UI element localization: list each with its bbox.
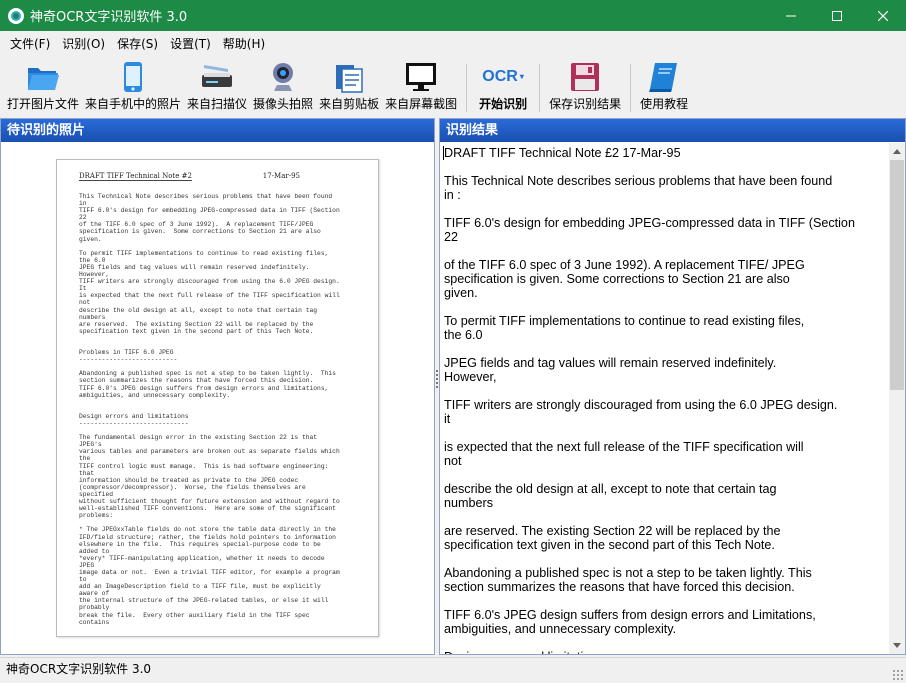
splitter-grip [436,370,438,390]
source-panel-title: 待识别的照片 [1,119,434,142]
toolbar: 打开图片文件 来自手机中的照片 来自扫描仪 摄像头拍照 来自剪贴板 来自屏幕截图… [0,58,906,116]
result-scrollbar[interactable] [889,143,905,654]
title-bar: 神奇OCR文字识别软件 3.0 [0,0,906,31]
result-panel: 识别结果 DRAFT TIFF Technical Note £2 17-Mar… [439,118,906,655]
toolbar-separator [466,64,468,112]
folder-open-icon [28,67,59,90]
result-line: given. [444,286,478,300]
webcam-label: 摄像头拍照 [253,97,314,111]
minimize-icon [786,15,796,16]
result-line: Abandoning a published spec is not a ste… [444,566,812,580]
scroll-up-button[interactable] [889,143,905,160]
result-line: specification text given in the second p… [444,538,775,552]
result-line: 22 [444,230,459,244]
webcam-icon [273,62,294,91]
menu-bar: 文件(F) 识别(O) 保存(S) 设置(T) 帮助(H) [0,31,906,58]
result-line: of the TIFF 6.0 spec of 3 June 1992). A … [444,258,805,272]
maximize-button[interactable] [814,0,860,31]
result-line: is expected that the next full release o… [444,440,804,454]
scroll-thumb[interactable] [890,160,904,390]
result-panel-title: 识别结果 [440,119,905,142]
book-icon [649,62,678,92]
save-result-button[interactable]: 保存识别结果 [546,60,624,116]
save-result-label: 保存识别结果 [549,97,622,111]
result-line: DRAFT TIFF Technical Note £2 17-Mar-95 [444,146,681,160]
from-screenshot-button[interactable]: 来自屏幕截图 [382,60,460,116]
start-recognition-label: 开始识别 [479,97,528,111]
from-scanner-label: 来自扫描仪 [187,97,248,111]
image-preview[interactable]: DRAFT TIFF Technical Note #2 17-Mar-95 T… [1,143,434,654]
status-text: 神奇OCR文字识别软件 3.0 [6,662,152,676]
scan-body-text: This Technical Note describes serious pr… [79,193,340,626]
start-recognition-button[interactable]: OCR ▾ 开始识别 [473,60,533,116]
menu-save[interactable]: 保存(S) [111,31,164,58]
from-scanner-button[interactable]: 来自扫描仪 [184,60,250,116]
result-line: TIFF 6.0's JPEG design suffers from desi… [444,608,816,622]
from-screenshot-label: 来自屏幕截图 [385,97,458,111]
minimize-button[interactable] [768,0,814,31]
menu-recognize[interactable]: 识别(O) [56,31,111,58]
app-logo-icon [8,7,24,24]
ocr-icon: OCR ▾ [482,67,524,85]
tutorial-button[interactable]: 使用教程 [637,60,691,116]
menu-file[interactable]: 文件(F) [4,31,56,58]
result-line: section summarizes the reasons that have… [444,580,795,594]
result-line: in : [444,188,461,202]
scanner-icon [202,64,233,87]
tutorial-label: 使用教程 [640,97,689,111]
close-button[interactable] [860,0,906,31]
result-line: numbers [444,496,493,510]
from-clipboard-label: 来自剪贴板 [319,97,380,111]
result-line: Design errors and limitations [444,650,604,654]
scanned-document: DRAFT TIFF Technical Note #2 17-Mar-95 T… [56,159,379,637]
result-line: TIFF writers are strongly discouraged fr… [444,398,838,412]
scroll-up-icon [893,149,901,154]
status-bar: 神奇OCR文字识别软件 3.0 [0,657,906,683]
from-clipboard-button[interactable]: 来自剪贴板 [316,60,382,116]
scroll-down-button[interactable] [889,637,905,654]
save-disk-icon [571,62,600,91]
scroll-down-icon [893,643,901,648]
result-line: TIFF 6.0's design for embedding JPEG-com… [444,216,855,230]
result-line: JPEG fields and tag values will remain r… [444,356,777,370]
clipboard-icon [336,64,363,93]
result-line: To permit TIFF implementations to contin… [444,314,805,328]
source-image-panel: 待识别的照片 DRAFT TIFF Technical Note #2 17-M… [0,118,435,655]
result-line: describe the old design at all, except t… [444,482,777,496]
result-line: specification is given. Some corrections… [444,272,790,286]
open-image-label: 打开图片文件 [7,97,80,111]
window-title: 神奇OCR文字识别软件 3.0 [30,10,188,25]
resize-grip-icon[interactable] [892,669,904,681]
from-phone-label: 来自手机中的照片 [85,97,182,111]
scan-header-left: DRAFT TIFF Technical Note #2 [79,172,192,181]
result-line: not [444,454,462,468]
scan-header-right: 17-Mar-95 [262,172,300,180]
result-line: it [444,412,451,426]
result-text-area[interactable]: DRAFT TIFF Technical Note £2 17-Mar-95 Th… [440,143,889,654]
webcam-button[interactable]: 摄像头拍照 [250,60,316,116]
toolbar-separator [539,64,541,112]
result-line: This Technical Note describes serious pr… [444,174,833,188]
monitor-icon [406,62,437,91]
menu-settings[interactable]: 设置(T) [164,31,217,58]
toolbar-separator [630,64,632,112]
phone-icon [124,61,143,92]
from-phone-button[interactable]: 来自手机中的照片 [82,60,184,116]
menu-help[interactable]: 帮助(H) [217,31,271,58]
maximize-icon [832,10,842,21]
result-line: However, [444,370,497,384]
result-line: are reserved. The existing Section 22 wi… [444,524,781,538]
close-icon [878,10,888,21]
open-image-button[interactable]: 打开图片文件 [4,60,82,116]
result-line: ambiguities, and unnecessary complexity. [444,622,677,636]
result-line: the 6.0 [444,328,483,342]
